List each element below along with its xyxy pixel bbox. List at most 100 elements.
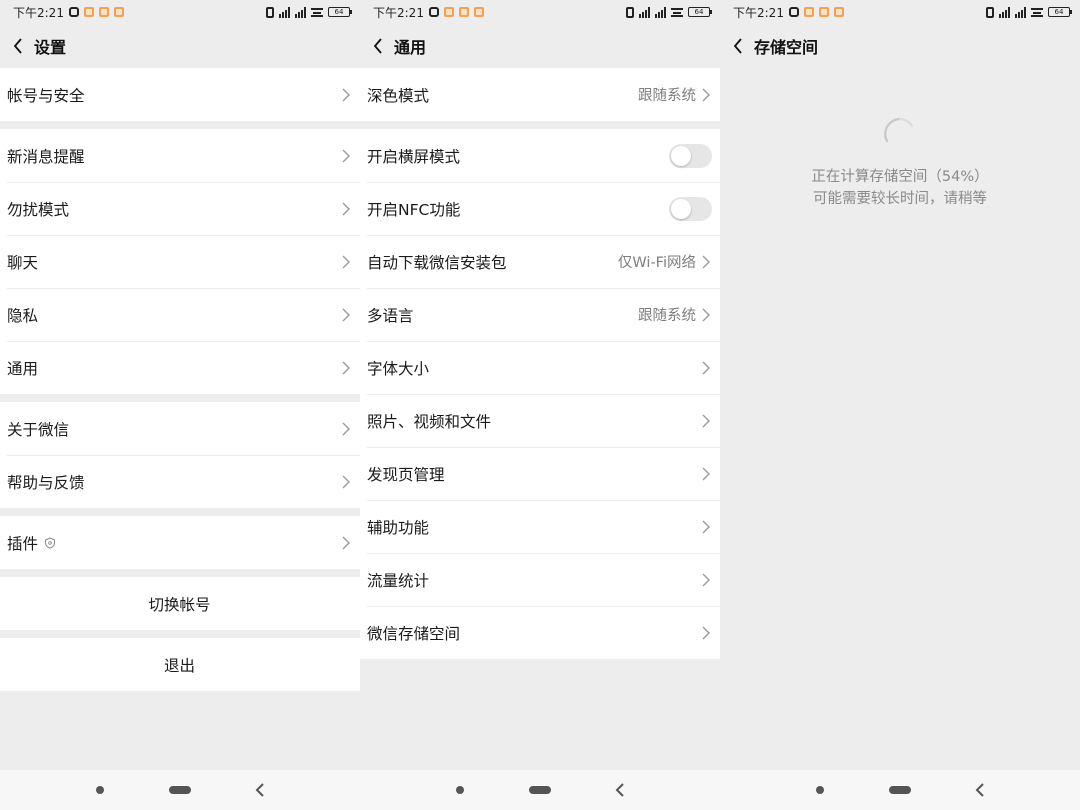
general-item-accessibility[interactable]: 辅助功能 [360, 500, 720, 553]
home-button[interactable] [889, 786, 911, 794]
bluetooth-icon [626, 7, 634, 18]
status-time: 下午2:21 [13, 4, 64, 21]
app-notification-icon [99, 7, 109, 17]
settings-item-chat[interactable]: 聊天 [0, 235, 360, 288]
app-notification-icon [459, 7, 469, 17]
settings-item-plugins[interactable]: 插件 [0, 516, 360, 569]
chevron-left-icon[interactable] [726, 34, 750, 58]
chevron-left-icon[interactable] [974, 782, 986, 798]
general-item-label: 自动下载微信安装包 [367, 251, 507, 273]
page-title: 通用 [394, 34, 426, 58]
chevron-left-icon[interactable] [6, 34, 30, 58]
general-item-discover-manage[interactable]: 发现页管理 [360, 447, 720, 500]
settings-item-label: 通用 [7, 357, 38, 379]
general-item-label: 开启NFC功能 [367, 198, 460, 220]
general-item-value: 跟随系统 [638, 84, 696, 105]
general-item-label: 深色模式 [367, 84, 429, 106]
general-screen: 下午2:21 64 通用 深色模式 [360, 0, 720, 810]
notification-icon [69, 7, 79, 17]
nav-bar: 通用 [360, 24, 720, 68]
settings-item-account-security[interactable]: 帐号与安全 [0, 68, 360, 121]
app-notification-icon [804, 7, 814, 17]
settings-item-general[interactable]: 通用 [0, 341, 360, 394]
settings-item-privacy[interactable]: 隐私 [0, 288, 360, 341]
general-item-landscape: 开启横屏模式 [360, 129, 720, 182]
wifi-icon [311, 8, 323, 17]
app-notification-icon [834, 7, 844, 17]
chevron-right-icon [340, 148, 352, 164]
chevron-left-icon[interactable] [254, 782, 266, 798]
chevron-right-icon [700, 360, 712, 376]
settings-item-label: 聊天 [7, 251, 38, 273]
general-item-value: 仅Wi-Fi网络 [618, 251, 696, 272]
general-item-label: 多语言 [367, 304, 414, 326]
storage-status-text: 正在计算存储空间（54%） [720, 166, 1080, 188]
bluetooth-icon [266, 7, 274, 18]
chevron-right-icon [700, 87, 712, 103]
chevron-left-icon[interactable] [614, 782, 626, 798]
settings-item-label: 插件 [7, 532, 38, 554]
chevron-right-icon [340, 87, 352, 103]
logout-button[interactable]: 退出 [0, 638, 360, 691]
recents-button[interactable] [456, 786, 464, 794]
chevron-right-icon [340, 254, 352, 270]
chevron-right-icon [700, 572, 712, 588]
signal-icon [1015, 7, 1026, 18]
page-title: 存储空间 [754, 34, 818, 58]
general-item-language[interactable]: 多语言 跟随系统 [360, 288, 720, 341]
home-button[interactable] [529, 786, 551, 794]
chevron-right-icon [700, 466, 712, 482]
screens-container: 下午2:21 64 设置 帐号与安全 [0, 0, 1080, 810]
nfc-toggle[interactable] [669, 197, 712, 221]
storage-screen: 下午2:21 64 存储空间 正在计算存 [720, 0, 1080, 810]
signal-icon [279, 7, 290, 18]
recents-button[interactable] [96, 786, 104, 794]
account-action-group: 退出 [0, 638, 360, 691]
nav-bar: 设置 [0, 24, 360, 68]
battery-icon: 64 [1048, 7, 1070, 17]
settings-item-label: 帐号与安全 [7, 84, 85, 106]
chevron-right-icon [340, 307, 352, 323]
settings-group: 插件 [0, 516, 360, 569]
general-item-label: 辅助功能 [367, 516, 429, 538]
general-item-storage[interactable]: 微信存储空间 [360, 606, 720, 659]
notification-icon [789, 7, 799, 17]
settings-item-do-not-disturb[interactable]: 勿扰模式 [0, 182, 360, 235]
chevron-right-icon [340, 535, 352, 551]
recents-button[interactable] [816, 786, 824, 794]
switch-account-button[interactable]: 切换帐号 [0, 577, 360, 630]
account-action-group: 切换帐号 [0, 577, 360, 630]
general-item-font-size[interactable]: 字体大小 [360, 341, 720, 394]
switch-account-label: 切换帐号 [148, 593, 210, 615]
settings-group: 关于微信 帮助与反馈 [0, 402, 360, 508]
general-item-data-usage[interactable]: 流量统计 [360, 553, 720, 606]
settings-item-about[interactable]: 关于微信 [0, 402, 360, 455]
chevron-right-icon [340, 421, 352, 437]
app-notification-icon [819, 7, 829, 17]
general-item-auto-download[interactable]: 自动下载微信安装包 仅Wi-Fi网络 [360, 235, 720, 288]
settings-item-new-message[interactable]: 新消息提醒 [0, 129, 360, 182]
status-time: 下午2:21 [733, 4, 784, 21]
general-item-label: 照片、视频和文件 [367, 410, 491, 432]
landscape-toggle[interactable] [669, 144, 712, 168]
general-group: 深色模式 跟随系统 [360, 68, 720, 121]
system-nav-bar [720, 770, 1080, 810]
page-title: 设置 [34, 34, 66, 58]
loading-spinner-icon [882, 116, 918, 152]
home-button[interactable] [169, 786, 191, 794]
chevron-right-icon [700, 625, 712, 641]
chevron-left-icon[interactable] [366, 34, 390, 58]
general-item-dark-mode[interactable]: 深色模式 跟随系统 [360, 68, 720, 121]
signal-icon [639, 7, 650, 18]
settings-item-help-feedback[interactable]: 帮助与反馈 [0, 455, 360, 508]
general-item-nfc: 开启NFC功能 [360, 182, 720, 235]
settings-screen: 下午2:21 64 设置 帐号与安全 [0, 0, 360, 810]
general-item-media-files[interactable]: 照片、视频和文件 [360, 394, 720, 447]
signal-icon [655, 7, 666, 18]
chevron-right-icon [700, 307, 712, 323]
chevron-right-icon [340, 474, 352, 490]
status-bar: 下午2:21 64 [360, 0, 720, 24]
notification-icon [429, 7, 439, 17]
storage-hint-text: 可能需要较长时间，请稍等 [720, 188, 1080, 210]
settings-item-label: 隐私 [7, 304, 38, 326]
